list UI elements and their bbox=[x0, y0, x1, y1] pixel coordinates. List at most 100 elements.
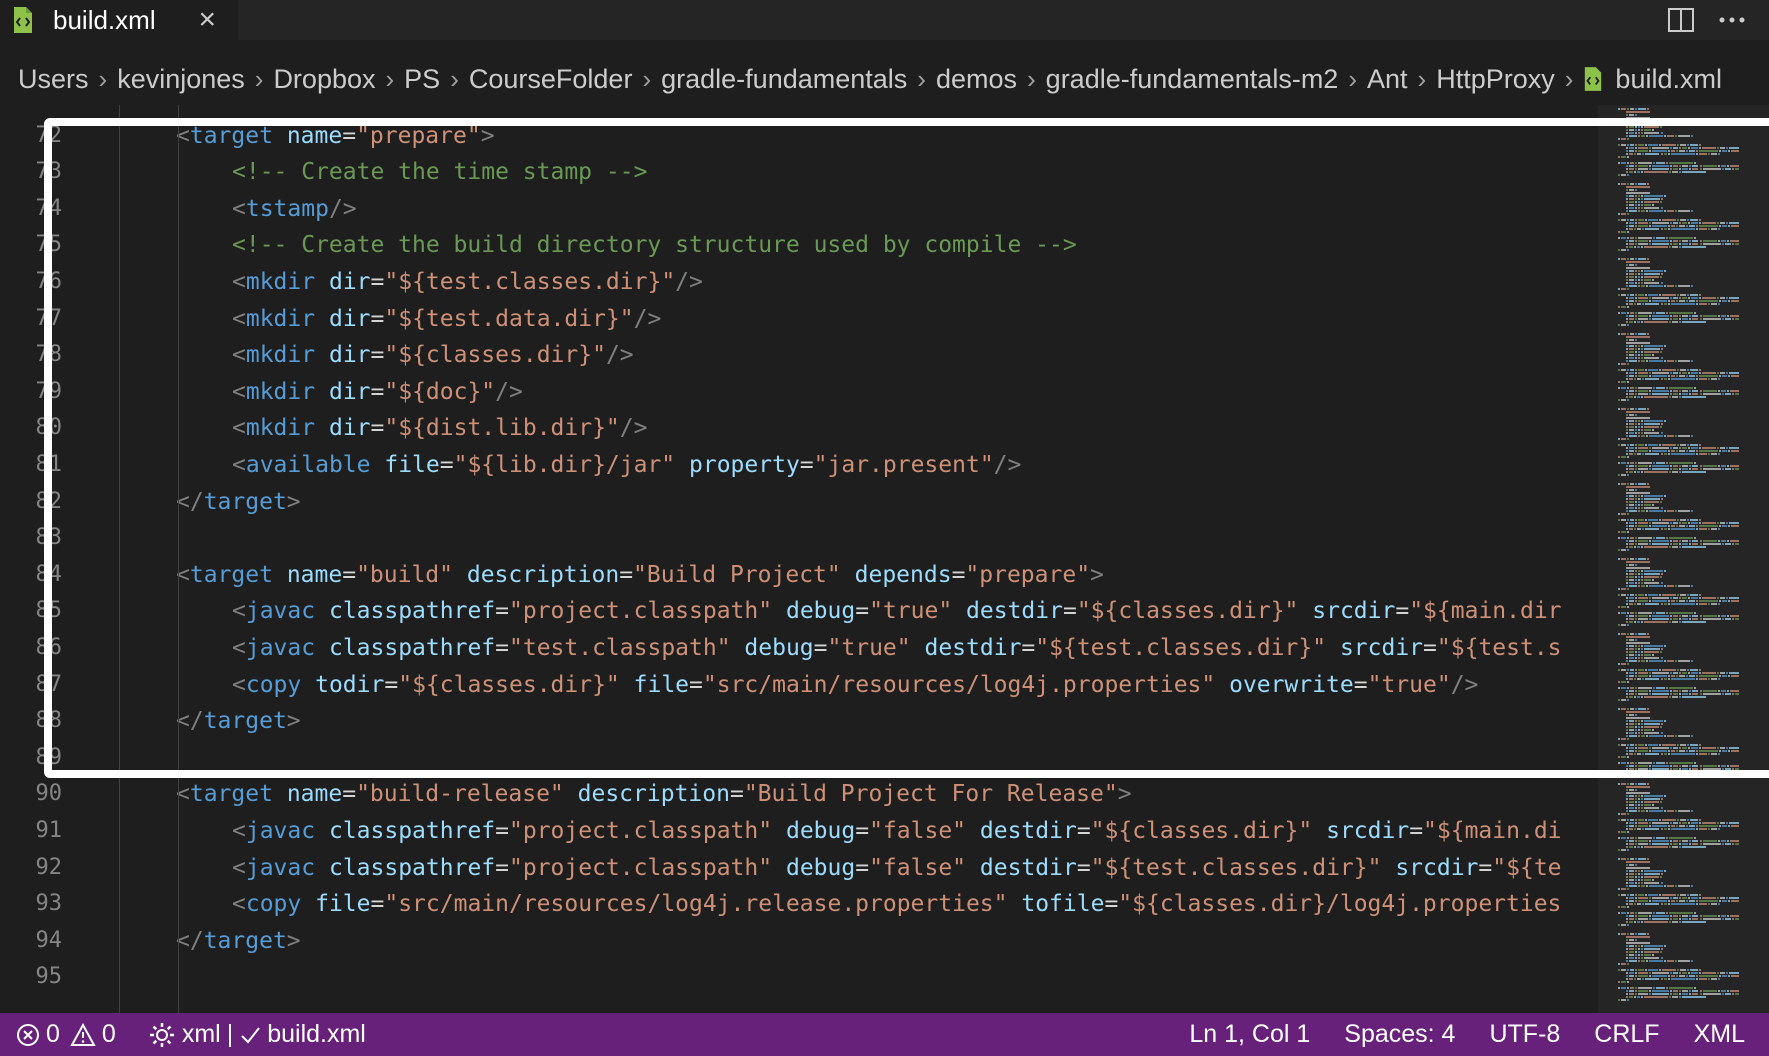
minimap-stroke bbox=[1681, 243, 1689, 245]
minimap-stroke bbox=[1687, 294, 1689, 296]
breadcrumb-item-file[interactable]: build.xml bbox=[1583, 64, 1722, 95]
minimap-stroke bbox=[1681, 372, 1688, 374]
code-line: <javac classpathref="project.classpath" … bbox=[232, 813, 1562, 850]
minimap-stroke bbox=[1692, 468, 1699, 470]
minimap-stroke bbox=[1720, 672, 1726, 674]
minimap-stroke bbox=[1667, 975, 1670, 977]
minimap-stroke bbox=[1629, 189, 1635, 191]
code-editor[interactable]: 7172737475767778798081828384858687888990… bbox=[0, 105, 1600, 1013]
minimap-stroke bbox=[1635, 519, 1637, 521]
minimap-stroke bbox=[1660, 978, 1663, 980]
minimap-stroke bbox=[1637, 201, 1641, 203]
minimap-stroke bbox=[1635, 483, 1637, 485]
minimap-stroke bbox=[1637, 375, 1649, 377]
minimap-stroke bbox=[1681, 618, 1689, 620]
code-token: classpathref bbox=[328, 854, 496, 881]
minimap-stroke bbox=[1652, 147, 1670, 149]
encoding[interactable]: UTF-8 bbox=[1489, 1020, 1560, 1049]
minimap-stroke bbox=[1669, 387, 1694, 389]
minimap-stroke bbox=[1621, 237, 1627, 239]
minimap-stroke bbox=[1689, 768, 1692, 770]
code-token: mkdir bbox=[245, 342, 316, 369]
minimap-stroke bbox=[1699, 678, 1708, 680]
breadcrumb-item[interactable]: HttpProxy bbox=[1436, 64, 1555, 95]
breadcrumb-item[interactable]: Ant bbox=[1367, 64, 1408, 95]
minimap-stroke bbox=[1626, 660, 1628, 662]
minimap[interactable] bbox=[1598, 105, 1769, 1013]
minimap-stroke bbox=[1681, 897, 1688, 899]
minimap-stroke bbox=[1673, 918, 1678, 920]
minimap-stroke bbox=[1729, 372, 1740, 374]
minimap-stroke bbox=[1711, 378, 1717, 380]
code-token: file bbox=[633, 671, 690, 698]
minimap-stroke bbox=[1618, 819, 1620, 821]
minimap-stroke bbox=[1734, 543, 1740, 545]
minimap-stroke bbox=[1634, 450, 1637, 452]
minimap-stroke bbox=[1637, 543, 1649, 545]
minimap-stroke bbox=[1627, 762, 1630, 764]
minimap-stroke bbox=[1636, 903, 1642, 905]
minimap-stroke bbox=[1652, 972, 1670, 974]
minimap-stroke bbox=[1634, 279, 1637, 281]
minimap-stroke bbox=[1634, 207, 1637, 209]
split-editor-icon[interactable] bbox=[1667, 7, 1695, 33]
language-mode[interactable]: XML bbox=[1694, 1020, 1745, 1049]
minimap-stroke bbox=[1652, 312, 1655, 314]
minimap-stroke bbox=[1688, 150, 1695, 152]
code-token: = bbox=[495, 818, 509, 844]
minimap-stroke bbox=[1672, 246, 1678, 248]
tab-build-xml[interactable]: build.xml × bbox=[0, 0, 238, 40]
minimap-stroke bbox=[1644, 198, 1661, 200]
minimap-stroke bbox=[1644, 201, 1659, 203]
minimap-stroke bbox=[1670, 375, 1676, 377]
minimap-stroke bbox=[1726, 372, 1729, 374]
minimap-stroke bbox=[1670, 690, 1673, 692]
minimap-stroke bbox=[1730, 840, 1740, 842]
error-count: 0 bbox=[46, 1020, 60, 1048]
minimap-stroke bbox=[1626, 207, 1628, 209]
minimap-stroke bbox=[1637, 795, 1641, 797]
problems-indicator[interactable]: 0 0 bbox=[16, 1020, 116, 1049]
more-actions-icon[interactable] bbox=[1719, 16, 1745, 24]
minimap-stroke bbox=[1726, 447, 1729, 449]
breadcrumb-item[interactable]: demos bbox=[936, 64, 1017, 95]
minimap-stroke bbox=[1649, 918, 1652, 920]
minimap-stroke bbox=[1626, 618, 1628, 620]
indentation[interactable]: Spaces: 4 bbox=[1344, 1020, 1455, 1049]
end-of-line[interactable]: CRLF bbox=[1594, 1020, 1659, 1049]
code-token: /> bbox=[619, 415, 648, 442]
minimap-stroke bbox=[1701, 597, 1716, 599]
minimap-stroke bbox=[1645, 453, 1660, 455]
minimap-stroke bbox=[1629, 876, 1634, 878]
minimap-stroke bbox=[1626, 132, 1628, 134]
minimap-stroke bbox=[1655, 912, 1666, 914]
breadcrumb-item[interactable]: kevinjones bbox=[117, 64, 245, 95]
cursor-position[interactable]: Ln 1, Col 1 bbox=[1189, 1020, 1310, 1049]
minimap-stroke bbox=[1660, 678, 1663, 680]
minimap-stroke bbox=[1626, 567, 1650, 569]
breadcrumb-item[interactable]: gradle-fundamentals-m2 bbox=[1046, 64, 1339, 95]
breadcrumb-item[interactable]: Users bbox=[18, 64, 89, 95]
breadcrumb-item[interactable]: Dropbox bbox=[273, 64, 375, 95]
minimap-stroke bbox=[1618, 213, 1620, 215]
minimap-stroke bbox=[1627, 906, 1630, 908]
minimap-stroke bbox=[1644, 423, 1661, 425]
minimap-stroke bbox=[1626, 960, 1628, 962]
minimap-stroke bbox=[1648, 294, 1659, 296]
breadcrumb-item[interactable]: CourseFolder bbox=[469, 64, 633, 95]
breadcrumb-item[interactable]: PS bbox=[404, 64, 440, 95]
minimap-stroke bbox=[1634, 582, 1637, 584]
minimap-stroke bbox=[1644, 579, 1652, 581]
minimap-stroke bbox=[1720, 315, 1727, 317]
breadcrumb-item[interactable]: gradle-fundamentals bbox=[661, 64, 907, 95]
xml-language-server-status[interactable]: xml | build.xml bbox=[148, 1020, 366, 1049]
code-area[interactable]: <target name="prepare"> <!-- Create the t… bbox=[0, 105, 1600, 1013]
minimap-stroke bbox=[1681, 390, 1689, 392]
minimap-stroke bbox=[1734, 618, 1740, 620]
minimap-stroke bbox=[1626, 951, 1628, 953]
code-token: copy bbox=[245, 891, 302, 918]
minimap-stroke bbox=[1660, 132, 1663, 134]
minimap-stroke bbox=[1641, 276, 1644, 278]
close-icon[interactable]: × bbox=[198, 5, 216, 35]
minimap-stroke bbox=[1634, 870, 1637, 872]
